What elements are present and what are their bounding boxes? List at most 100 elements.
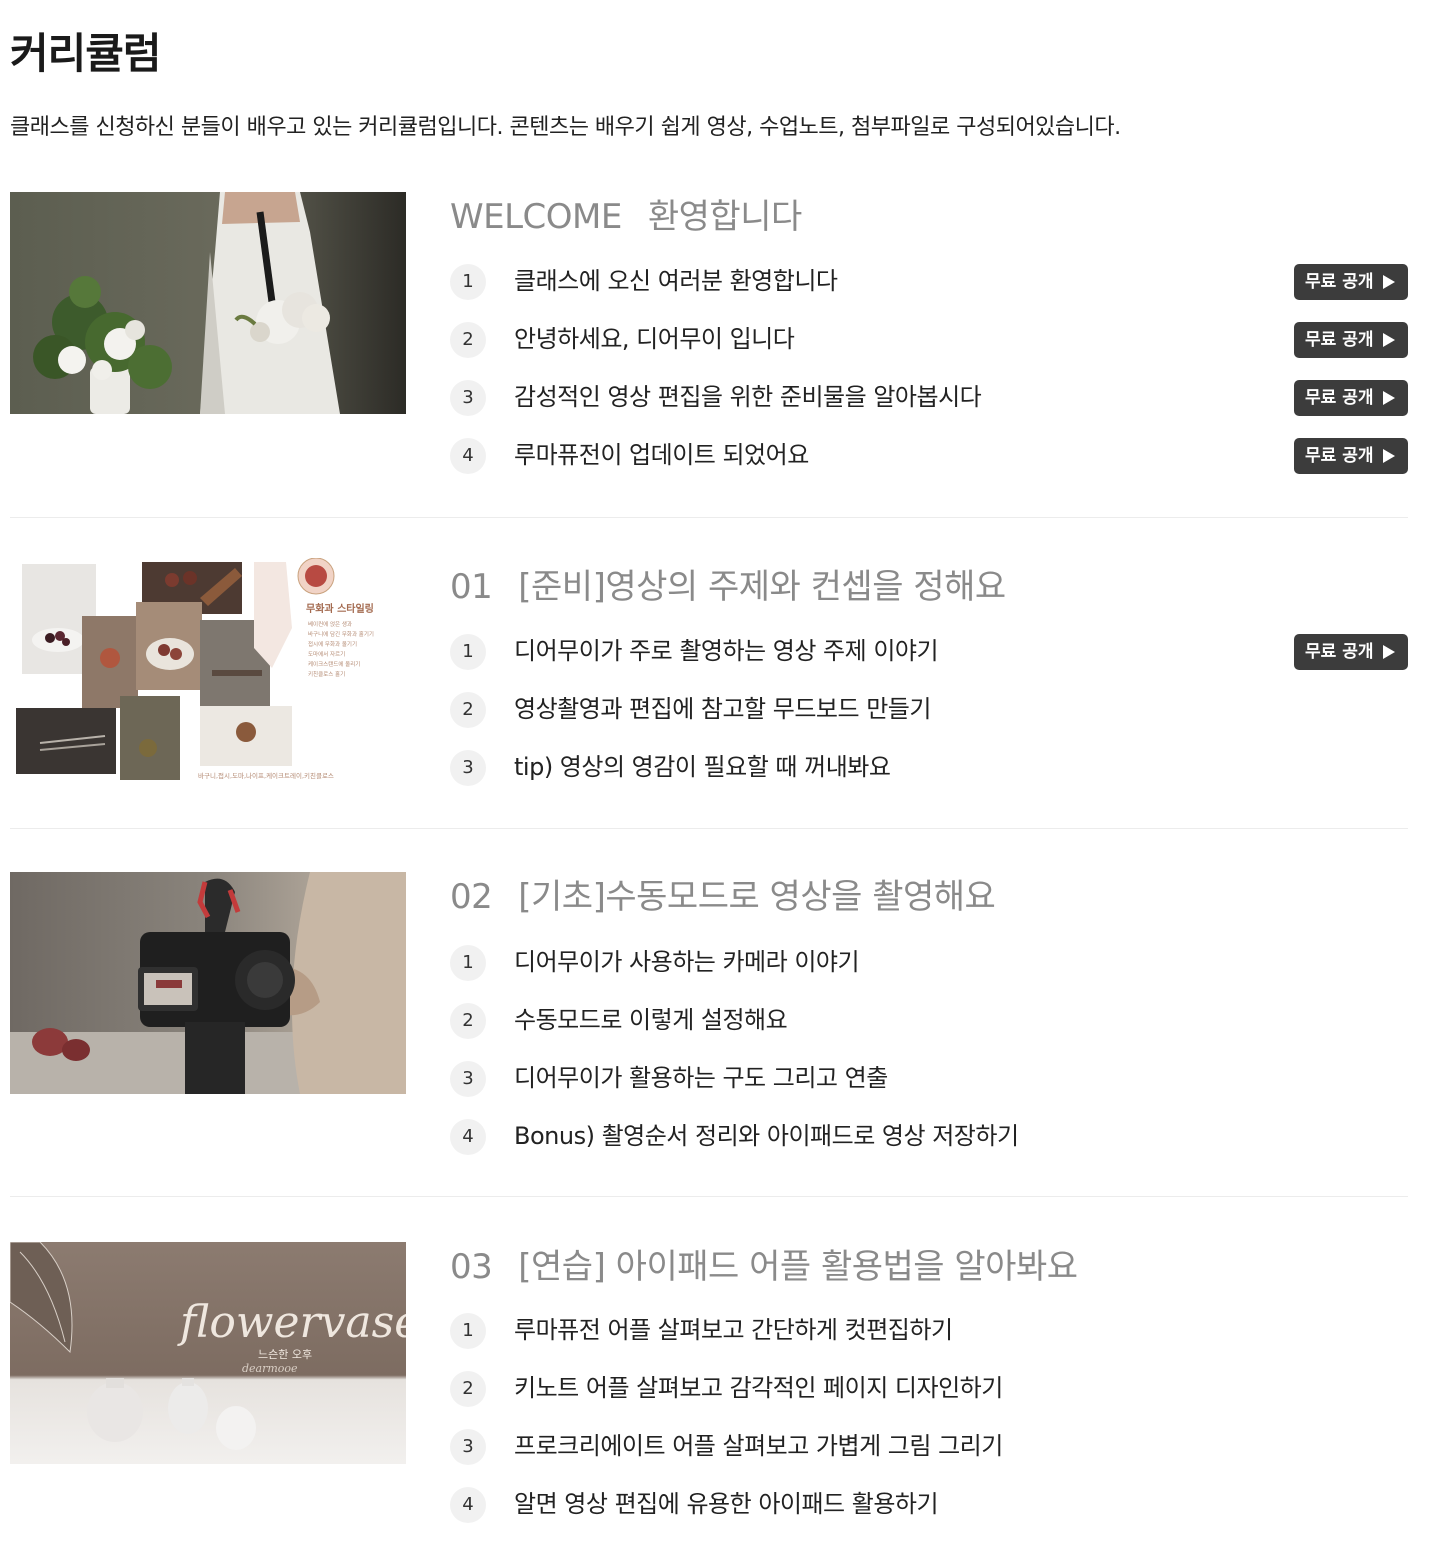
free-preview-label: 무료 공개: [1305, 272, 1374, 292]
free-preview-button[interactable]: 무료 공개: [1294, 322, 1408, 358]
lesson-number-badge: 2: [450, 1371, 486, 1407]
lesson-number-badge: 3: [450, 380, 486, 416]
lesson-title[interactable]: 알면 영상 편집에 유용한 아이패드 활용하기: [514, 1487, 939, 1521]
caption-text: 느슨한 오후: [258, 1348, 312, 1361]
lesson-list: 1 디어무이가 주로 촬영하는 영상 주제 이야기 무료 공개 2 영상촬영과 …: [450, 632, 1408, 806]
lesson-number-badge: 1: [450, 264, 486, 300]
free-preview-label: 무료 공개: [1305, 330, 1374, 350]
section-title: WELCOME 환영합니다: [450, 194, 802, 240]
lesson-item[interactable]: 1 루마퓨전 어플 살펴보고 간단하게 컷편집하기: [450, 1311, 1408, 1369]
lesson-number-badge: 3: [450, 1061, 486, 1097]
lesson-number-badge: 1: [450, 945, 486, 981]
woman-with-flowers-image: [10, 192, 406, 414]
fig-styling-moodboard-image: 무화과 스타일링 베이컨에 얹은 생과 바구니에 담긴 무화과 홀기기 접시에 …: [10, 558, 406, 780]
lesson-item[interactable]: 2 키노트 어플 살펴보고 감각적인 페이지 디자인하기: [450, 1369, 1408, 1427]
play-icon: [1383, 449, 1395, 463]
page-description: 클래스를 신청하신 분들이 배우고 있는 커리큘럼입니다. 콘텐츠는 배우기 쉽…: [10, 115, 1121, 140]
curriculum-section-welcome: WELCOME 환영합니다 1 클래스에 오신 여러분 환영합니다 무료 공개 2…: [10, 192, 1408, 518]
lesson-title[interactable]: tip) 영상의 영감이 필요할 때 꺼내봐요: [514, 750, 891, 784]
lesson-item[interactable]: 4 Bonus) 촬영순서 정리와 아이패드로 영상 저장하기: [450, 1117, 1408, 1175]
lesson-title[interactable]: 클래스에 오신 여러분 환영합니다: [514, 264, 838, 298]
lesson-number-badge: 4: [450, 1487, 486, 1523]
lesson-item[interactable]: 4 루마퓨전이 업데이트 되었어요 무료 공개: [450, 436, 1408, 494]
lesson-item[interactable]: 1 디어무이가 주로 촬영하는 영상 주제 이야기 무료 공개: [450, 632, 1408, 690]
lesson-title[interactable]: 프로크리에이트 어플 살펴보고 가볍게 그림 그리기: [514, 1429, 1003, 1463]
moodboard-line: 케이크스탠드에 올리기: [308, 660, 360, 668]
moodboard-line: 키친클로스 홀기: [308, 670, 345, 678]
free-preview-button[interactable]: 무료 공개: [1294, 264, 1408, 300]
moodboard-heading: 무화과 스타일링: [306, 602, 374, 615]
section-title: 03 [연습] 아이패드 어플 활용법을 알아봐요: [450, 1244, 1078, 1290]
lesson-item[interactable]: 2 안녕하세요, 디어무이 입니다 무료 공개: [450, 320, 1408, 378]
signature-text: dearmooe: [242, 1362, 298, 1375]
free-preview-button[interactable]: 무료 공개: [1294, 380, 1408, 416]
lesson-item[interactable]: 3 감성적인 영상 편집을 위한 준비물을 알아봅시다 무료 공개: [450, 378, 1408, 436]
lesson-number-badge: 2: [450, 1003, 486, 1039]
lesson-number-badge: 2: [450, 692, 486, 728]
lesson-number-badge: 1: [450, 634, 486, 670]
section-number: WELCOME: [450, 197, 622, 237]
section-thumbnail-01[interactable]: 무화과 스타일링 베이컨에 얹은 생과 바구니에 담긴 무화과 홀기기 접시에 …: [10, 558, 406, 780]
lesson-title[interactable]: 루마퓨전 어플 살펴보고 간단하게 컷편집하기: [514, 1313, 953, 1347]
section-number: 03: [450, 1247, 493, 1287]
lesson-title[interactable]: 루마퓨전이 업데이트 되었어요: [514, 438, 809, 472]
moodboard-line: 도마에서 자르기: [308, 650, 345, 658]
lesson-title[interactable]: 디어무이가 사용하는 카메라 이야기: [514, 945, 860, 979]
lesson-title[interactable]: 수동모드로 이렇게 설정해요: [514, 1003, 788, 1037]
section-thumbnail-03[interactable]: flowervase 느슨한 오후 dearmooe: [10, 1242, 406, 1464]
lesson-item[interactable]: 3 프로크리에이트 어플 살펴보고 가볍게 그림 그리기: [450, 1427, 1408, 1485]
flower-vase-image: flowervase 느슨한 오후 dearmooe: [10, 1242, 406, 1464]
lesson-title[interactable]: 영상촬영과 편집에 참고할 무드보드 만들기: [514, 692, 931, 726]
lesson-number-badge: 2: [450, 322, 486, 358]
moodboard-line: 접시에 무화과 올기기: [308, 640, 357, 648]
lesson-item[interactable]: 3 tip) 영상의 영감이 필요할 때 꺼내봐요: [450, 748, 1408, 806]
lesson-list: 1 디어무이가 사용하는 카메라 이야기 2 수동모드로 이렇게 설정해요 3 …: [450, 943, 1408, 1175]
section-name: [연습] 아이패드 어플 활용법을 알아봐요: [518, 1247, 1078, 1287]
free-preview-label: 무료 공개: [1305, 388, 1374, 408]
lesson-item[interactable]: 1 클래스에 오신 여러분 환영합니다 무료 공개: [450, 262, 1408, 320]
section-name: [기초]수동모드로 영상을 촬영해요: [518, 877, 996, 917]
camera-filming-image: [10, 872, 406, 1094]
play-icon: [1383, 391, 1395, 405]
script-text: flowervase: [177, 1297, 406, 1348]
section-title: 02 [기초]수동모드로 영상을 촬영해요: [450, 874, 996, 920]
curriculum-section-03: flowervase 느슨한 오후 dearmooe 03 [연습] 아이패드 어…: [10, 1197, 1408, 1542]
play-icon: [1383, 275, 1395, 289]
lesson-list: 1 루마퓨전 어플 살펴보고 간단하게 컷편집하기 2 키노트 어플 살펴보고 …: [450, 1311, 1408, 1543]
lesson-item[interactable]: 2 영상촬영과 편집에 참고할 무드보드 만들기: [450, 690, 1408, 748]
play-icon: [1383, 333, 1395, 347]
lesson-title[interactable]: 디어무이가 주로 촬영하는 영상 주제 이야기: [514, 634, 939, 668]
section-number: 01: [450, 567, 493, 607]
free-preview-button[interactable]: 무료 공개: [1294, 634, 1408, 670]
free-preview-label: 무료 공개: [1305, 642, 1374, 662]
lesson-title[interactable]: 감성적인 영상 편집을 위한 준비물을 알아봅시다: [514, 380, 982, 414]
moodboard-line: 베이컨에 얹은 생과: [308, 620, 352, 628]
lesson-number-badge: 4: [450, 1119, 486, 1155]
lesson-list: 1 클래스에 오신 여러분 환영합니다 무료 공개 2 안녕하세요, 디어무이 …: [450, 262, 1408, 494]
section-thumbnail-welcome[interactable]: [10, 192, 406, 414]
moodboard-footer: 바구니,접시,도마,나이프,케이크트레이,키친클로스: [198, 771, 334, 780]
lesson-number-badge: 3: [450, 1429, 486, 1465]
free-preview-button[interactable]: 무료 공개: [1294, 438, 1408, 474]
lesson-title[interactable]: Bonus) 촬영순서 정리와 아이패드로 영상 저장하기: [514, 1119, 1019, 1153]
lesson-number-badge: 1: [450, 1313, 486, 1349]
lesson-item[interactable]: 1 디어무이가 사용하는 카메라 이야기: [450, 943, 1408, 1001]
moodboard-line: 바구니에 담긴 무화과 홀기기: [308, 630, 374, 638]
section-name: 환영합니다: [647, 197, 802, 237]
lesson-item[interactable]: 4 알면 영상 편집에 유용한 아이패드 활용하기: [450, 1485, 1408, 1543]
curriculum-section-02: 02 [기초]수동모드로 영상을 촬영해요 1 디어무이가 사용하는 카메라 이야…: [10, 829, 1408, 1197]
lesson-title[interactable]: 디어무이가 활용하는 구도 그리고 연출: [514, 1061, 888, 1095]
section-title: 01 [준비]영상의 주제와 컨셉을 정해요: [450, 564, 1006, 610]
lesson-item[interactable]: 2 수동모드로 이렇게 설정해요: [450, 1001, 1408, 1059]
section-name: [준비]영상의 주제와 컨셉을 정해요: [518, 567, 1006, 607]
lesson-title[interactable]: 키노트 어플 살펴보고 감각적인 페이지 디자인하기: [514, 1371, 1003, 1405]
section-thumbnail-02[interactable]: [10, 872, 406, 1094]
page-title: 커리큘럼: [10, 29, 162, 78]
lesson-item[interactable]: 3 디어무이가 활용하는 구도 그리고 연출: [450, 1059, 1408, 1117]
section-number: 02: [450, 877, 493, 917]
curriculum-section-01: 무화과 스타일링 베이컨에 얹은 생과 바구니에 담긴 무화과 홀기기 접시에 …: [10, 518, 1408, 829]
lesson-number-badge: 4: [450, 438, 486, 474]
lesson-title[interactable]: 안녕하세요, 디어무이 입니다: [514, 322, 795, 356]
free-preview-label: 무료 공개: [1305, 446, 1374, 466]
lesson-number-badge: 3: [450, 750, 486, 786]
